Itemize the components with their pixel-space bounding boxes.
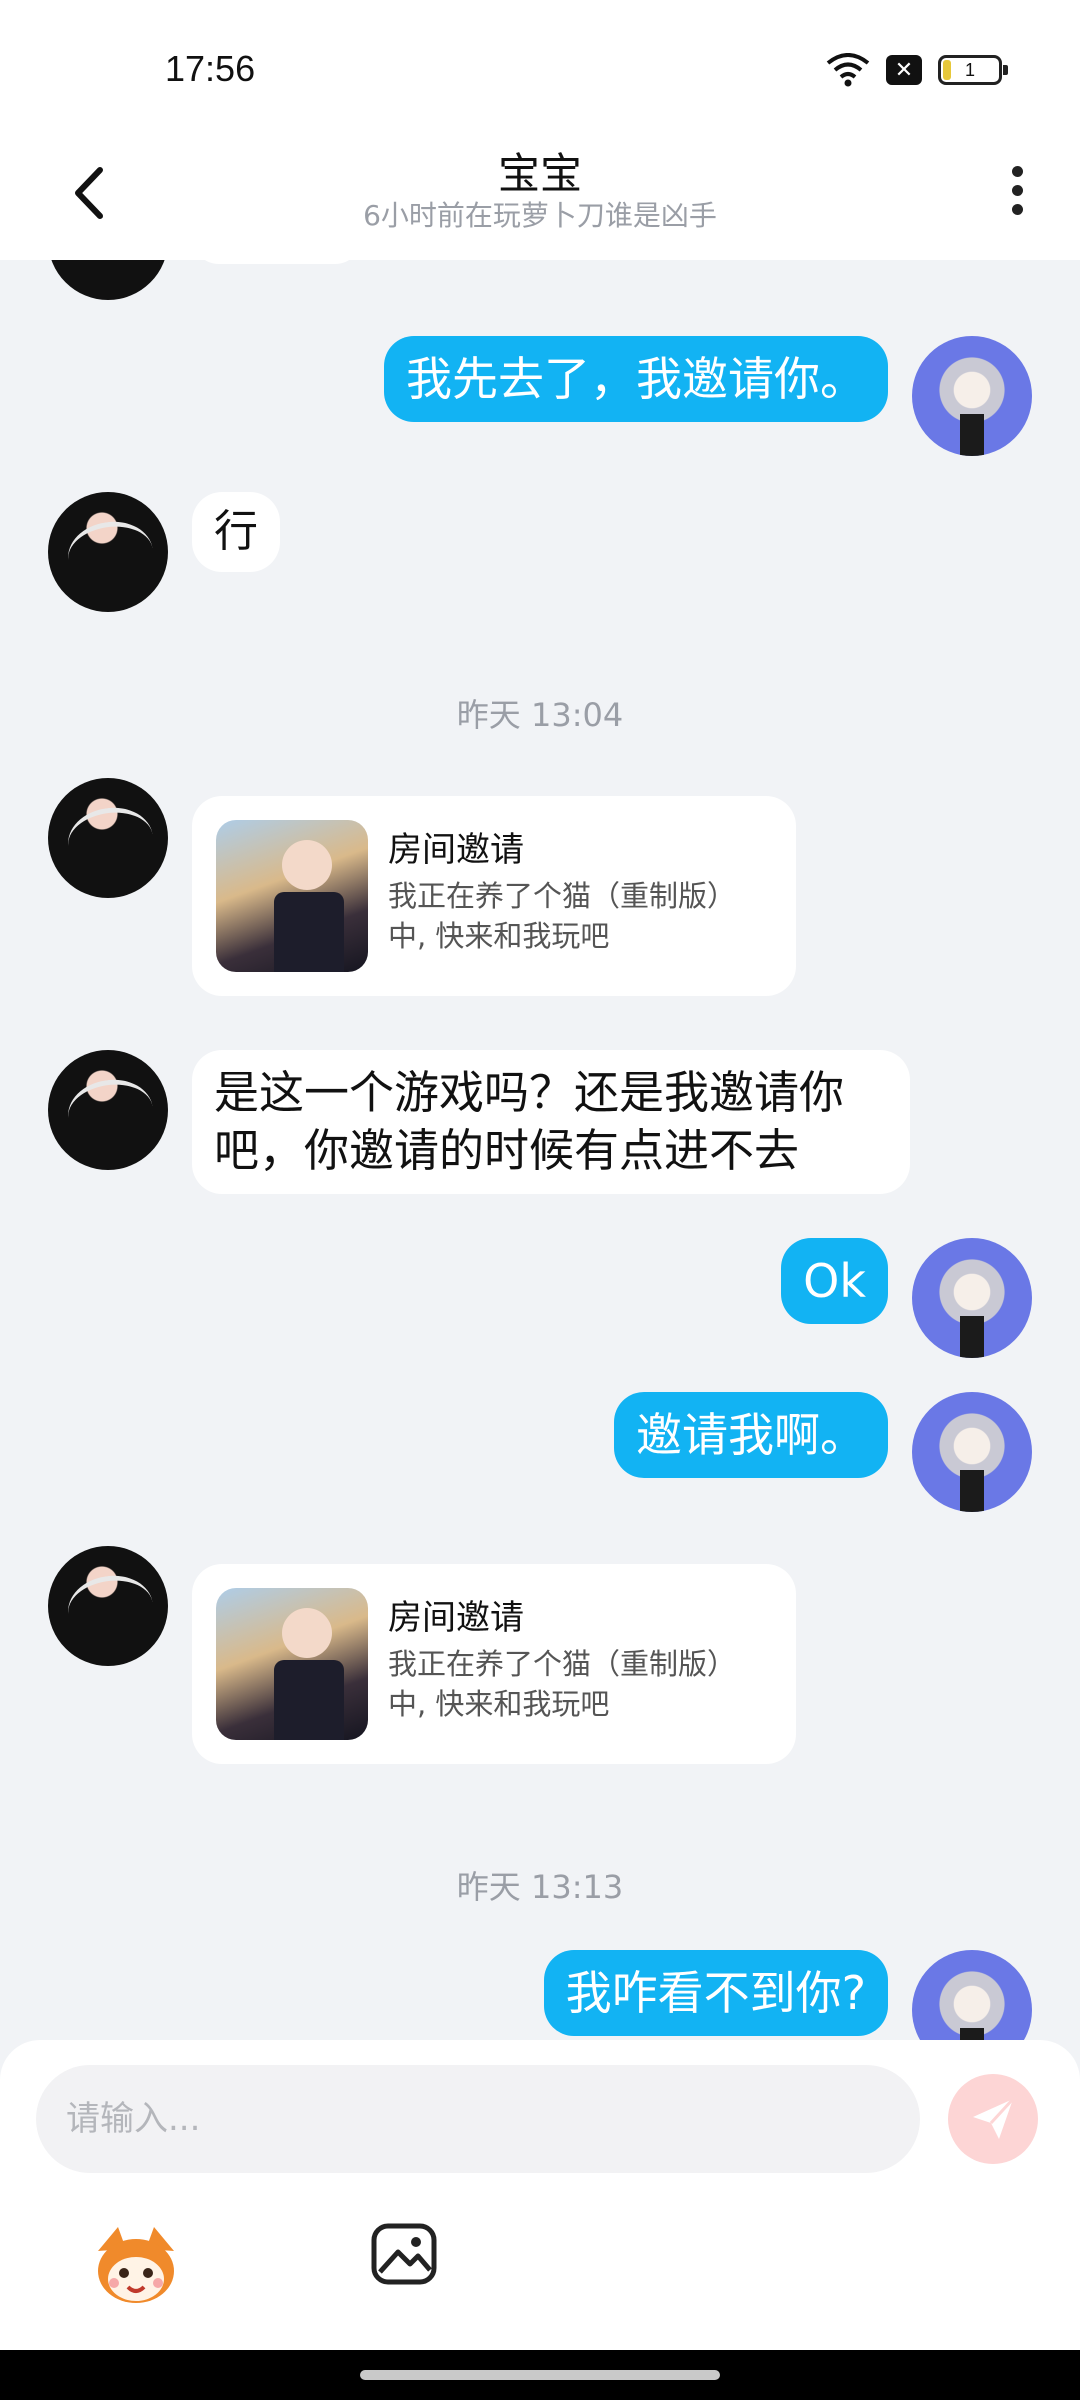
mascot-icon — [98, 2227, 174, 2303]
contact-status: 6小时前在玩萝卜刀谁是凶手 — [363, 199, 717, 232]
more-vertical-icon — [992, 166, 1042, 215]
invite-title: 房间邀请 — [388, 1598, 524, 1638]
invite-text: 我正在养了个猫（重制版）中, 快来和我玩吧 — [388, 879, 737, 953]
timestamp: 昨天 13:13 — [456, 1868, 624, 1906]
message-input[interactable] — [36, 2065, 920, 2173]
message-bubble-incoming[interactable]: 是这一个游戏吗？还是我邀请你吧，你邀请的时候有点进不去 — [192, 1050, 910, 1194]
room-invite-card[interactable]: 房间邀请 我正在养了个猫（重制版）中, 快来和我玩吧 — [192, 796, 796, 996]
status-time: 17:56 — [165, 48, 256, 89]
message-bubble-partial — [192, 260, 362, 264]
system-nav-bar — [0, 2350, 1080, 2400]
message-list[interactable]: 我先去了，我邀请你。 行 昨天 13:04 房间邀请 我正在养了个猫（重制版）中… — [0, 260, 1080, 2040]
message-bubble-incoming[interactable]: 行 — [192, 492, 280, 572]
more-options-button[interactable] — [992, 158, 1042, 228]
my-avatar[interactable] — [912, 1950, 1032, 2040]
battery-icon: 1 — [938, 55, 1008, 85]
status-icons: ✕ 1 — [826, 52, 1008, 88]
message-bubble-outgoing[interactable]: Ok — [781, 1238, 888, 1324]
chat-header: 宝宝 6小时前在玩萝卜刀谁是凶手 — [0, 130, 1080, 260]
my-avatar[interactable] — [912, 1392, 1032, 1512]
contact-name: 宝宝 — [497, 149, 582, 198]
contact-avatar[interactable] — [48, 1546, 168, 1666]
my-avatar[interactable] — [912, 336, 1032, 456]
image-icon — [371, 2223, 437, 2285]
my-avatar[interactable] — [912, 1238, 1032, 1358]
status-bar: 17:56 ✕ 1 — [0, 0, 1080, 130]
sim-off-icon: ✕ — [886, 55, 922, 85]
contact-avatar[interactable] — [48, 260, 168, 300]
message-bubble-outgoing[interactable]: 我咋看不到你? — [543, 1950, 888, 2036]
timestamp: 昨天 13:04 — [456, 696, 624, 734]
sticker-button[interactable] — [88, 2215, 184, 2311]
send-button[interactable] — [948, 2074, 1038, 2164]
room-invite-card[interactable]: 房间邀请 我正在养了个猫（重制版）中, 快来和我玩吧 — [192, 1564, 796, 1764]
wifi-icon — [826, 53, 870, 87]
contact-avatar[interactable] — [48, 492, 168, 612]
battery-level: 1 — [964, 59, 975, 80]
contact-avatar[interactable] — [48, 778, 168, 898]
message-bubble-outgoing[interactable]: 我先去了，我邀请你。 — [384, 336, 888, 422]
home-indicator[interactable] — [360, 2370, 720, 2380]
game-thumbnail — [216, 820, 368, 972]
invite-text: 我正在养了个猫（重制版）中, 快来和我玩吧 — [388, 1647, 737, 1721]
send-icon — [973, 2097, 1015, 2139]
invite-title: 房间邀请 — [388, 830, 524, 870]
contact-avatar[interactable] — [48, 1050, 168, 1170]
composer-panel — [0, 2040, 1080, 2350]
image-picker-button[interactable] — [368, 2218, 440, 2290]
message-bubble-outgoing[interactable]: 邀请我啊。 — [614, 1392, 888, 1478]
game-thumbnail — [216, 1588, 368, 1740]
